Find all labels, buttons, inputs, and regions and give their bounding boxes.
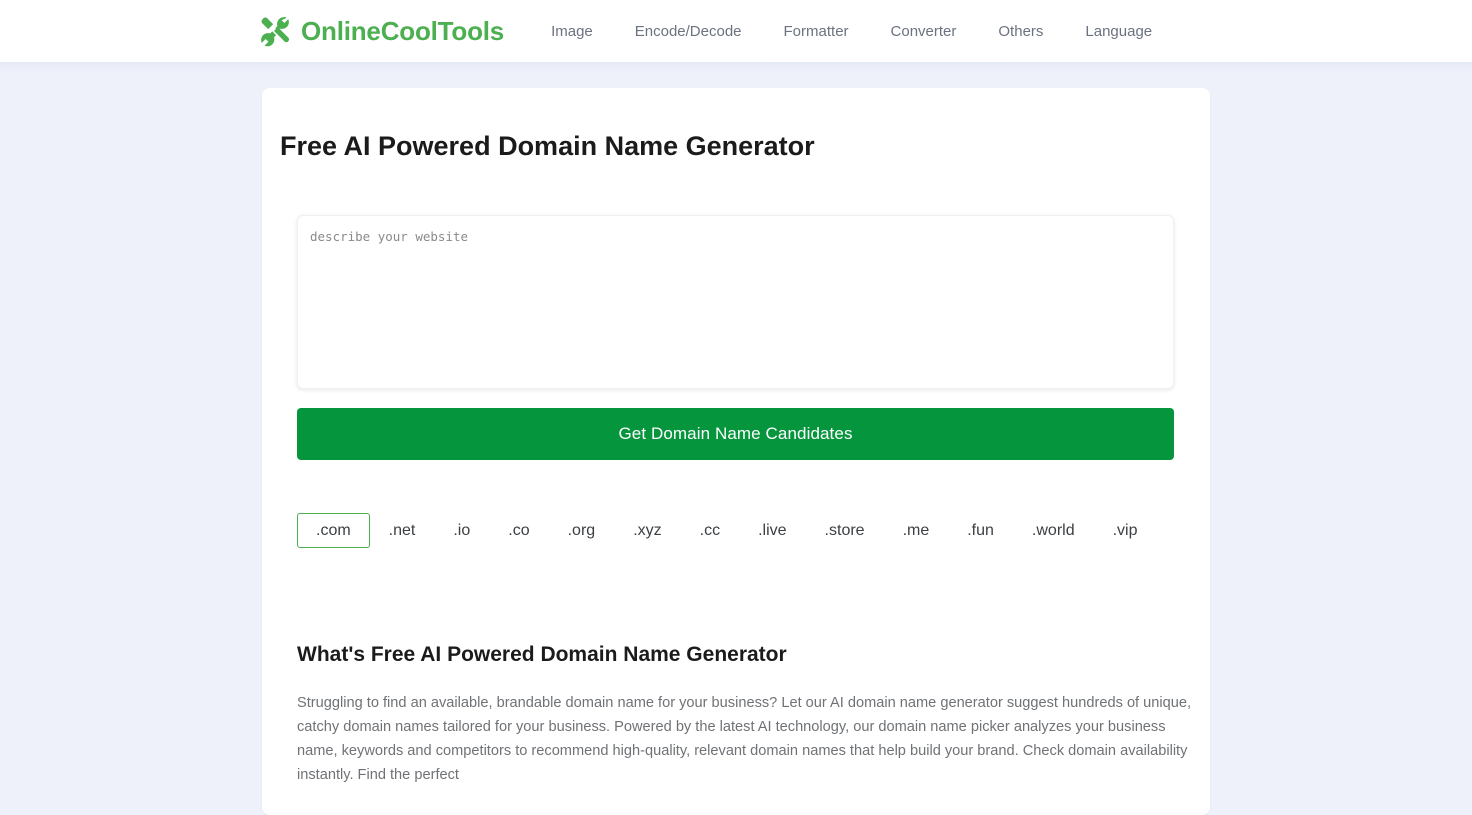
page-body: Free AI Powered Domain Name Generator Ge… <box>0 72 1472 815</box>
main-nav: Image Encode/Decode Formatter Converter … <box>530 15 1173 48</box>
about-section: What's Free AI Powered Domain Name Gener… <box>297 641 1191 815</box>
nav-item-converter[interactable]: Converter <box>870 15 978 48</box>
nav-item-formatter[interactable]: Formatter <box>763 15 870 48</box>
nav-item-language[interactable]: Language <box>1064 15 1173 48</box>
brand-logo[interactable]: OnlineCoolTools <box>258 14 504 48</box>
tld-chip-xyz[interactable]: .xyz <box>614 513 680 548</box>
tld-chip-com[interactable]: .com <box>297 512 370 548</box>
tld-chip-cc[interactable]: .cc <box>681 513 739 548</box>
describe-website-input[interactable] <box>297 214 1174 389</box>
header-shadow-divider <box>0 62 1472 72</box>
describe-field-wrapper <box>297 214 1175 389</box>
site-header: OnlineCoolTools Image Encode/Decode Form… <box>0 0 1472 62</box>
tld-chip-live[interactable]: .live <box>739 513 805 548</box>
tld-chip-world[interactable]: .world <box>1013 513 1094 548</box>
about-paragraph: Struggling to find an available, brandab… <box>297 695 1192 784</box>
nav-item-others[interactable]: Others <box>977 15 1064 48</box>
nav-item-image[interactable]: Image <box>530 15 614 48</box>
about-heading: What's Free AI Powered Domain Name Gener… <box>297 642 787 666</box>
tld-selector: .com .net .io .co .org .xyz .cc .live .s… <box>297 512 1175 548</box>
tools-icon <box>258 14 292 48</box>
tool-card: Free AI Powered Domain Name Generator Ge… <box>262 88 1210 815</box>
tld-chip-me[interactable]: .me <box>884 513 949 548</box>
brand-name: OnlineCoolTools <box>301 15 505 46</box>
tld-chip-co[interactable]: .co <box>489 513 548 548</box>
get-domain-name-candidates-button[interactable]: Get Domain Name Candidates <box>297 407 1174 460</box>
tld-chip-vip[interactable]: .vip <box>1094 513 1157 548</box>
tld-chip-net[interactable]: .net <box>370 513 435 548</box>
page-title: Free AI Powered Domain Name Generator <box>280 131 815 161</box>
tld-chip-store[interactable]: .store <box>806 513 884 548</box>
tld-chip-org[interactable]: .org <box>549 513 615 548</box>
nav-item-encode-decode[interactable]: Encode/Decode <box>614 15 763 48</box>
tld-chip-io[interactable]: .io <box>434 513 489 548</box>
tool-form: Get Domain Name Candidates .com .net .io… <box>280 214 1192 815</box>
tld-chip-fun[interactable]: .fun <box>948 513 1013 548</box>
